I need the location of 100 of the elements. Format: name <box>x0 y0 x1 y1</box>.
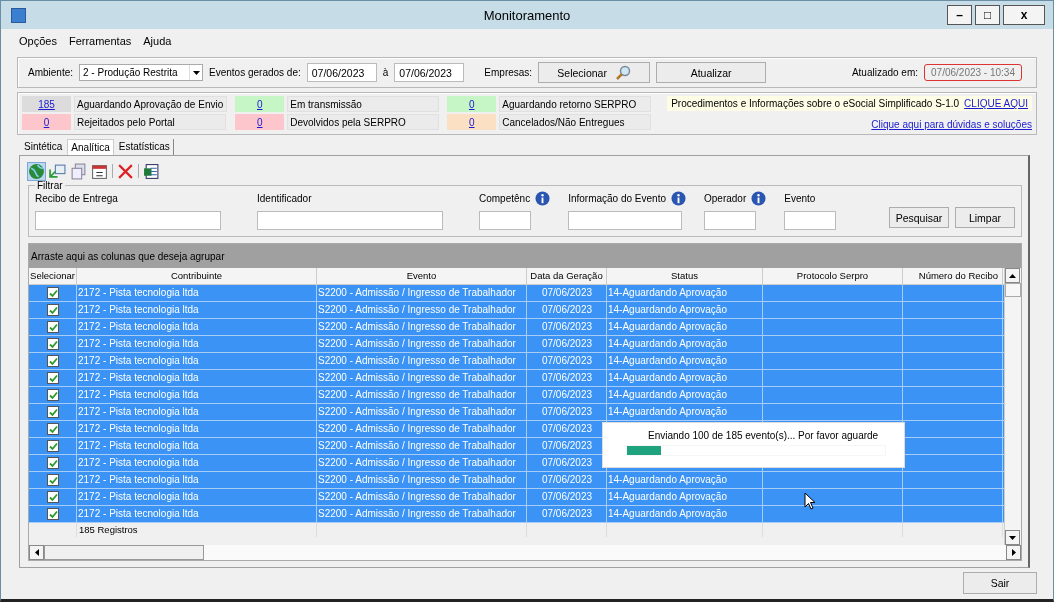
table-cell: 14-Aguardando Aprovação <box>607 319 763 335</box>
refresh-button[interactable]: Atualizar <box>656 62 767 83</box>
filter-field[interactable] <box>704 211 756 230</box>
help-link[interactable]: Clique aqui para dúvidas e soluções <box>871 119 1032 130</box>
spreadsheet-icon[interactable] <box>143 162 160 180</box>
tab[interactable]: Analítica <box>67 139 114 155</box>
copy-icon[interactable] <box>70 162 87 180</box>
row-checkbox[interactable] <box>47 491 59 503</box>
row-checkbox[interactable] <box>47 474 59 486</box>
filter-field[interactable] <box>784 211 837 230</box>
table-cell: 07/06/2023 <box>527 319 607 335</box>
table-cell: 2172 - Pista tecnologia ltda <box>77 404 317 420</box>
filter-field[interactable] <box>479 211 531 230</box>
column-header[interactable]: Evento <box>317 268 527 284</box>
info-text: Procedimentos e Informações sobre o eSocial Simplificado S-1.0 <box>671 98 960 109</box>
column-header[interactable]: Protocolo Serpro <box>763 268 903 284</box>
scroll-thumb[interactable] <box>1005 283 1021 297</box>
row-checkbox[interactable] <box>47 338 59 350</box>
column-header[interactable]: Número do Recibo <box>903 268 1003 284</box>
scroll-thumb[interactable] <box>44 545 204 560</box>
date-from-field[interactable]: 07/06/2023 <box>306 63 377 82</box>
filter-field[interactable] <box>568 211 683 230</box>
group-hint: Arraste aqui as colunas que deseja agrupar <box>31 250 225 262</box>
arrows-icon[interactable] <box>49 162 66 180</box>
row-checkbox[interactable] <box>47 457 59 469</box>
row-checkbox[interactable] <box>47 406 59 418</box>
search-button[interactable]: Pesquisar <box>889 207 949 228</box>
filter-field[interactable] <box>35 211 221 230</box>
right-arrow-icon[interactable] <box>1011 549 1016 556</box>
window-title: Monitoramento <box>483 7 571 23</box>
table-cell: S2200 - Admissão / Ingresso de Trabalhador <box>317 438 527 454</box>
info-icon[interactable] <box>535 191 551 206</box>
up-arrow-icon[interactable] <box>1009 273 1016 278</box>
vertical-scrollbar[interactable] <box>1004 268 1021 545</box>
table-cell: 2172 - Pista tecnologia ltda <box>77 472 317 488</box>
caret-icon <box>192 70 200 75</box>
menu-item[interactable]: Ajuda <box>143 35 172 47</box>
minimize-button[interactable]: – <box>947 5 972 25</box>
table-cell: 07/06/2023 <box>527 472 607 488</box>
table-cell: 2172 - Pista tecnologia ltda <box>77 455 317 471</box>
globe-icon[interactable] <box>28 162 45 180</box>
mouse-cursor <box>804 492 816 510</box>
menu-item[interactable]: Ferramentas <box>68 35 132 47</box>
select-button[interactable]: Selecionar <box>538 62 651 83</box>
exit-button[interactable]: Sair <box>963 572 1037 594</box>
info-icon[interactable] <box>751 191 767 206</box>
column-header[interactable]: Contribuinte <box>77 268 317 284</box>
row-checkbox[interactable] <box>47 287 59 299</box>
status-label: Em transmissão <box>287 96 440 112</box>
count-link[interactable]: 185 <box>22 96 71 112</box>
row-checkbox[interactable] <box>47 321 59 333</box>
table-cell: S2200 - Admissão / Ingresso de Trabalhador <box>317 387 527 403</box>
tab[interactable]: Sintética <box>21 139 66 155</box>
column-header[interactable]: Data da Geração <box>527 268 607 284</box>
clear-button[interactable]: Limpar <box>955 207 1015 228</box>
column-header[interactable]: Status <box>607 268 763 284</box>
count-link[interactable]: 0 <box>235 96 285 112</box>
table-cell: 2172 - Pista tecnologia ltda <box>77 506 317 522</box>
row-checkbox[interactable] <box>47 372 59 384</box>
table-cell: S2200 - Admissão / Ingresso de Trabalhador <box>317 336 527 352</box>
ambiente-dropdown[interactable]: 2 - Produção Restrita <box>79 64 204 81</box>
table-cell: 2172 - Pista tecnologia ltda <box>77 336 317 352</box>
column-header[interactable]: Selecionar <box>29 268 77 284</box>
table-cell: 14-Aguardando Aprovação <box>607 404 763 420</box>
filter-field[interactable] <box>257 211 443 230</box>
table-cell: S2200 - Admissão / Ingresso de Trabalhador <box>317 285 527 301</box>
row-checkbox[interactable] <box>47 355 59 367</box>
row-checkbox[interactable] <box>47 389 59 401</box>
count-link[interactable]: 0 <box>447 114 497 130</box>
row-checkbox[interactable] <box>47 304 59 316</box>
close-button[interactable]: x <box>1003 5 1045 25</box>
menu-item[interactable]: Opções <box>19 35 57 47</box>
left-arrow-icon[interactable] <box>34 549 39 556</box>
date-separator: à <box>382 67 389 78</box>
delete-icon[interactable] <box>117 162 134 180</box>
table-cell: 2172 - Pista tecnologia ltda <box>77 353 317 369</box>
calendar-icon[interactable] <box>91 162 108 180</box>
row-checkbox[interactable] <box>47 423 59 435</box>
table-cell: S2200 - Admissão / Ingresso de Trabalhador <box>317 353 527 369</box>
empresas-label: Empresas: <box>484 67 533 78</box>
row-checkbox[interactable] <box>47 508 59 520</box>
horizontal-scrollbar[interactable] <box>29 545 1021 560</box>
date-to-field[interactable]: 07/06/2023 <box>394 63 465 82</box>
row-checkbox[interactable] <box>47 440 59 452</box>
click-here-link[interactable]: CLIQUE AQUI <box>964 98 1028 109</box>
down-arrow-icon[interactable] <box>1009 535 1016 540</box>
table-cell: 14-Aguardando Aprovação <box>607 506 763 522</box>
table-cell: 07/06/2023 <box>527 353 607 369</box>
field-label: Recibo de Entrega <box>35 193 118 204</box>
ambiente-label: Ambiente: <box>28 67 74 78</box>
count-link[interactable]: 0 <box>235 114 285 130</box>
field-label: Evento <box>784 193 816 204</box>
tab[interactable]: Estatísticas <box>115 139 174 155</box>
field-label: Operador <box>704 193 747 204</box>
table-cell: 07/06/2023 <box>527 404 607 420</box>
count-link[interactable]: 0 <box>22 114 71 130</box>
maximize-button[interactable]: □ <box>975 5 1000 25</box>
eventos-label: Eventos gerados de: <box>209 67 301 78</box>
info-icon[interactable] <box>671 191 686 206</box>
count-link[interactable]: 0 <box>447 96 497 112</box>
